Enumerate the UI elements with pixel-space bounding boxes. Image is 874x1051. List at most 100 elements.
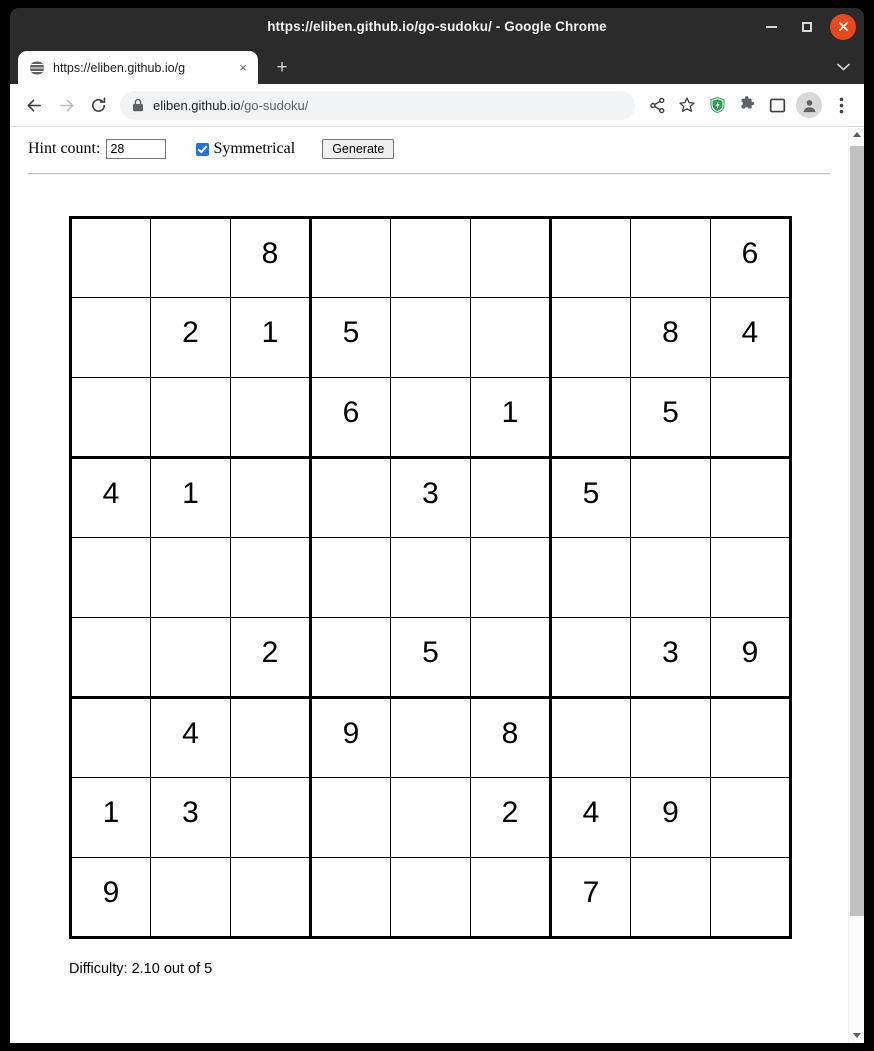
sudoku-cell[interactable]: 1 [150,456,231,538]
sudoku-cell[interactable] [710,857,792,939]
browser-tab[interactable]: https://eliben.github.io/g × [18,51,258,84]
back-button[interactable] [19,90,49,120]
sudoku-cell[interactable] [230,857,312,939]
sudoku-cell[interactable] [150,617,231,699]
sudoku-cell[interactable]: 9 [630,777,711,858]
sudoku-cell[interactable] [470,216,552,298]
sudoku-cell[interactable] [309,537,391,618]
sudoku-cell[interactable] [630,456,711,538]
forward-button[interactable] [51,90,81,120]
sudoku-cell[interactable] [630,696,711,778]
sudoku-cell[interactable]: 1 [470,377,552,459]
symmetrical-checkbox[interactable] [196,142,210,156]
privacy-extension-button[interactable] [703,91,731,119]
sudoku-cell[interactable]: 2 [230,617,312,699]
sudoku-cell[interactable] [710,696,792,778]
sudoku-cell[interactable] [309,617,391,699]
address-bar[interactable]: eliben.github.io/go-sudoku/ [120,90,635,120]
sudoku-cell[interactable] [390,857,471,939]
bookmark-button[interactable] [673,91,701,119]
sudoku-cell[interactable] [710,777,792,858]
sudoku-cell[interactable]: 4 [549,777,631,858]
sudoku-cell[interactable]: 9 [710,617,792,699]
sudoku-cell[interactable]: 3 [150,777,231,858]
sudoku-cell[interactable]: 9 [69,857,151,939]
sudoku-cell[interactable] [69,377,151,459]
sudoku-cell[interactable] [549,216,631,298]
sudoku-cell[interactable] [470,617,552,699]
sudoku-cell[interactable]: 7 [549,857,631,939]
sudoku-cell[interactable] [710,537,792,618]
sudoku-cell[interactable] [470,537,552,618]
sudoku-cell[interactable] [230,377,312,459]
sudoku-cell[interactable] [390,537,471,618]
sudoku-cell[interactable]: 5 [390,617,471,699]
sudoku-cell[interactable]: 6 [309,377,391,459]
profile-button[interactable] [796,92,822,118]
sudoku-cell[interactable] [710,456,792,538]
sudoku-cell[interactable] [69,216,151,298]
symmetrical-control[interactable]: Symmetrical [196,140,295,158]
sudoku-cell[interactable] [230,777,312,858]
sudoku-cell[interactable] [150,857,231,939]
sudoku-cell[interactable] [470,297,552,378]
sudoku-cell[interactable] [150,377,231,459]
new-tab-button[interactable]: + [268,53,296,81]
sudoku-cell[interactable] [710,377,792,459]
sudoku-cell[interactable] [549,377,631,459]
generate-button[interactable]: Generate [322,139,395,159]
sudoku-cell[interactable] [390,297,471,378]
sudoku-cell[interactable] [470,456,552,538]
sudoku-cell[interactable]: 5 [630,377,711,459]
sudoku-cell[interactable] [309,777,391,858]
sudoku-cell[interactable]: 2 [470,777,552,858]
tab-search-chevron-down-icon[interactable] [832,56,854,78]
sudoku-cell[interactable]: 3 [630,617,711,699]
sudoku-cell[interactable] [69,537,151,618]
sudoku-cell[interactable]: 9 [309,696,391,778]
sudoku-cell[interactable] [309,456,391,538]
sudoku-cell[interactable] [390,377,471,459]
sudoku-cell[interactable] [549,537,631,618]
scrollbar-thumb[interactable] [849,146,864,916]
sudoku-cell[interactable]: 4 [69,456,151,538]
reload-button[interactable] [83,90,113,120]
sudoku-cell[interactable] [230,537,312,618]
sudoku-cell[interactable]: 5 [549,456,631,538]
sudoku-cell[interactable] [549,617,631,699]
vertical-scrollbar[interactable] [848,127,864,1043]
chrome-menu-button[interactable] [827,91,855,119]
sudoku-cell[interactable]: 3 [390,456,471,538]
scrollbar-track[interactable] [849,142,865,1028]
sudoku-cell[interactable] [69,617,151,699]
side-panel-button[interactable] [763,91,791,119]
sudoku-cell[interactable]: 4 [710,297,792,378]
share-button[interactable] [643,91,671,119]
sudoku-cell[interactable] [470,857,552,939]
sudoku-cell[interactable] [630,537,711,618]
sudoku-cell[interactable] [549,297,631,378]
sudoku-cell[interactable]: 2 [150,297,231,378]
sudoku-cell[interactable] [150,537,231,618]
sudoku-cell[interactable] [69,696,151,778]
minimize-button[interactable] [758,14,784,40]
sudoku-cell[interactable] [309,857,391,939]
sudoku-cell[interactable]: 8 [470,696,552,778]
sudoku-cell[interactable]: 8 [630,297,711,378]
sudoku-cell[interactable]: 4 [150,696,231,778]
scroll-up-button[interactable] [849,127,865,142]
sudoku-cell[interactable] [390,696,471,778]
extensions-button[interactable] [733,91,761,119]
sudoku-cell[interactable] [309,216,391,298]
scroll-down-button[interactable] [849,1028,865,1043]
sudoku-cell[interactable]: 1 [230,297,312,378]
sudoku-cell[interactable] [150,216,231,298]
sudoku-cell[interactable] [230,456,312,538]
sudoku-cell[interactable] [69,297,151,378]
sudoku-cell[interactable]: 1 [69,777,151,858]
sudoku-cell[interactable] [630,216,711,298]
sudoku-grid[interactable]: 8621584615413525394981324997 [69,216,792,939]
sudoku-cell[interactable]: 5 [309,297,391,378]
sudoku-cell[interactable] [230,696,312,778]
sudoku-cell[interactable] [390,216,471,298]
